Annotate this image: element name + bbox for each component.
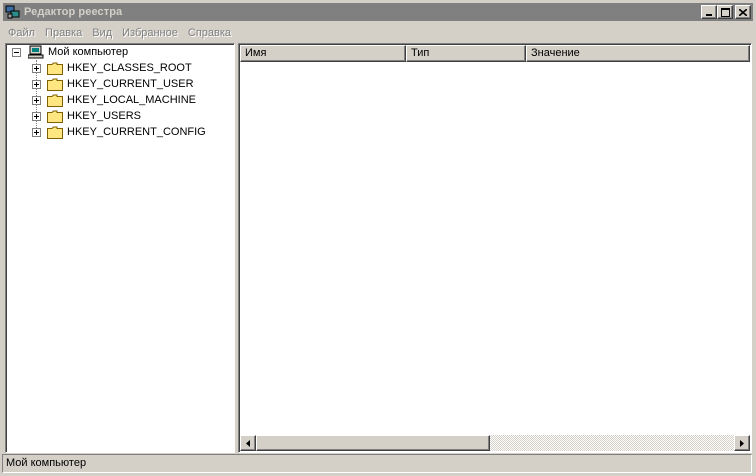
menu-help[interactable]: Справка [183, 27, 236, 39]
title-bar[interactable]: Редактор реестра [3, 3, 753, 21]
arrow-right-icon [740, 439, 744, 447]
scroll-right-button[interactable] [734, 435, 750, 451]
registry-icon [5, 4, 21, 20]
tree-label: HKEY_LOCAL_MACHINE [67, 94, 196, 106]
scroll-thumb[interactable] [256, 435, 490, 451]
folder-icon [47, 110, 63, 123]
list-header: Имя Тип Значение [240, 45, 750, 62]
values-list[interactable]: Имя Тип Значение [238, 43, 752, 453]
menu-bar: Файл Правка Вид Избранное Справка [3, 23, 236, 42]
menu-edit[interactable]: Правка [40, 27, 87, 39]
expand-toggle[interactable] [32, 79, 41, 89]
status-bar: Мой компьютер [2, 454, 752, 473]
close-icon [739, 8, 747, 16]
menu-favorites[interactable]: Избранное [117, 27, 183, 39]
maximize-button[interactable] [717, 5, 733, 19]
menu-file[interactable]: Файл [3, 27, 40, 39]
tree-label: HKEY_CURRENT_USER [67, 78, 194, 90]
menu-view[interactable]: Вид [87, 27, 117, 39]
minimize-button[interactable] [701, 5, 717, 19]
tree-item-hkey-users[interactable]: HKEY_USERS [32, 108, 141, 124]
folder-icon [47, 126, 63, 139]
expand-toggle[interactable] [32, 111, 41, 121]
expand-toggle[interactable] [32, 95, 41, 105]
arrow-left-icon [246, 439, 250, 447]
tree-label: HKEY_CURRENT_CONFIG [67, 126, 206, 138]
title-buttons [701, 5, 751, 19]
tree-item-hkey-classes-root[interactable]: HKEY_CLASSES_ROOT [32, 60, 192, 76]
expand-toggle[interactable] [32, 63, 41, 73]
scroll-track[interactable] [490, 435, 734, 451]
folder-icon [47, 78, 63, 91]
tree-item-hkey-current-user[interactable]: HKEY_CURRENT_USER [32, 76, 194, 92]
tree-item-hkey-current-config[interactable]: HKEY_CURRENT_CONFIG [32, 124, 206, 140]
tree-item-my-computer[interactable]: Мой компьютер [12, 44, 128, 60]
registry-tree[interactable]: Мой компьютер HKEY_CLASSES_ROOT HKEY_CUR… [5, 43, 235, 453]
tree-item-hkey-local-machine[interactable]: HKEY_LOCAL_MACHINE [32, 92, 196, 108]
tree-label: HKEY_USERS [67, 110, 141, 122]
collapse-toggle[interactable] [12, 47, 21, 57]
expand-toggle[interactable] [32, 127, 41, 137]
window-title: Редактор реестра [24, 6, 123, 18]
close-button[interactable] [735, 5, 751, 19]
tree-label: Мой компьютер [48, 46, 129, 58]
column-header-name[interactable]: Имя [240, 45, 406, 62]
column-header-type[interactable]: Тип [406, 45, 526, 62]
computer-icon [28, 45, 44, 59]
maximize-icon [720, 7, 730, 17]
scroll-left-button[interactable] [240, 435, 256, 451]
minimize-icon [706, 13, 712, 16]
horizontal-scrollbar[interactable] [240, 435, 750, 451]
registry-editor-window: Редактор реестра Файл Правка Вид Избранн… [0, 0, 756, 476]
folder-icon [47, 94, 63, 107]
folder-icon [47, 62, 63, 75]
column-header-value[interactable]: Значение [526, 45, 750, 62]
tree-label: HKEY_CLASSES_ROOT [67, 62, 192, 74]
